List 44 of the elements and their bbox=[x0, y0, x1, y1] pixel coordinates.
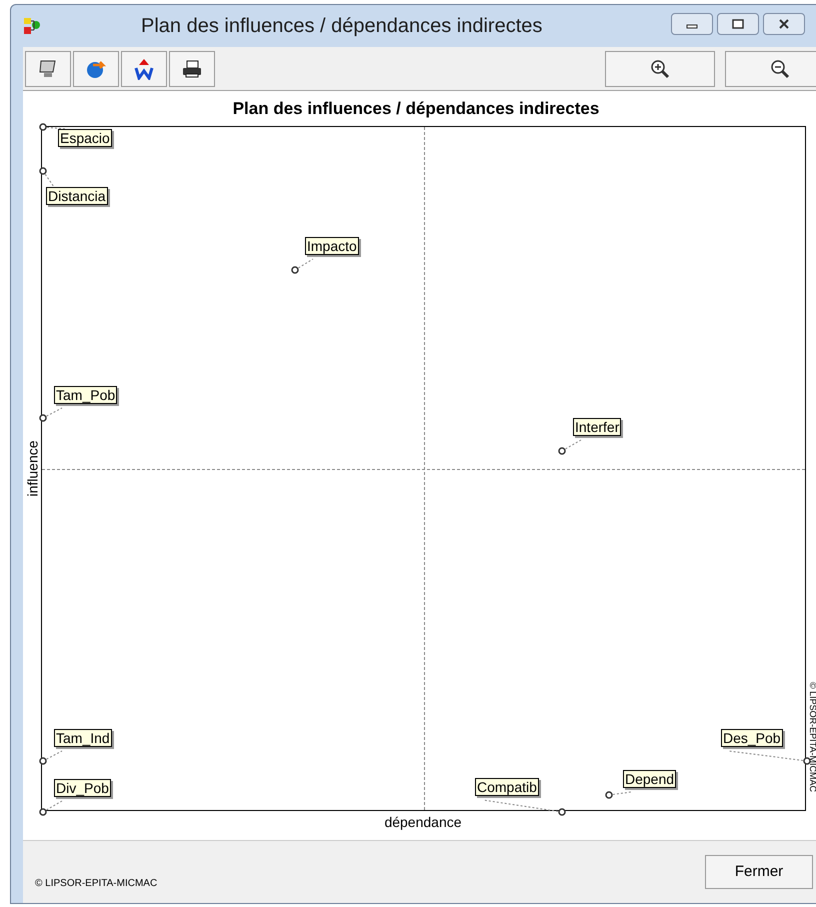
maximize-icon bbox=[732, 19, 744, 29]
point-label: Compatib bbox=[475, 778, 539, 796]
data-point bbox=[558, 447, 566, 455]
data-point bbox=[291, 266, 299, 274]
upload-letter-icon bbox=[133, 58, 155, 80]
zoom-in-button[interactable] bbox=[605, 50, 715, 86]
globe-arrow-button[interactable] bbox=[73, 50, 119, 86]
data-point bbox=[39, 757, 47, 765]
point-label: Impacto bbox=[305, 237, 359, 255]
chart-title: Plan des influences / dépendances indirectes bbox=[232, 98, 600, 120]
zoom-out-icon bbox=[770, 58, 790, 78]
copyright-text: © LIPSOR-EPITA-MICMAC bbox=[35, 876, 158, 890]
close-button[interactable]: Fermer bbox=[705, 855, 813, 889]
app-icon bbox=[23, 17, 41, 35]
close-button[interactable] bbox=[763, 13, 805, 35]
zoom-in-icon bbox=[650, 58, 670, 78]
close-icon bbox=[778, 19, 790, 29]
point-label: Distancia bbox=[46, 187, 108, 205]
data-point bbox=[39, 123, 47, 131]
point-label: Depend bbox=[623, 770, 676, 788]
export-button[interactable] bbox=[121, 50, 167, 86]
window-title: Plan des influences / dépendances indirectes bbox=[141, 14, 542, 39]
data-point bbox=[558, 808, 566, 816]
point-label: Des_Pob bbox=[721, 729, 783, 747]
data-point bbox=[39, 414, 47, 422]
monitor-button[interactable] bbox=[25, 50, 71, 86]
x-axis-label: dépendance bbox=[383, 813, 463, 832]
zoom-out-button[interactable] bbox=[725, 50, 816, 86]
maximize-button[interactable] bbox=[717, 13, 759, 35]
point-label: Espacio bbox=[58, 129, 112, 147]
data-point bbox=[605, 791, 613, 799]
point-label: Div_Pob bbox=[54, 779, 111, 797]
print-button[interactable] bbox=[169, 50, 215, 86]
data-point bbox=[803, 757, 811, 765]
point-label: Interfer bbox=[573, 418, 622, 436]
printer-icon bbox=[181, 58, 203, 78]
data-point bbox=[39, 808, 47, 816]
point-label: Tam_Pob bbox=[54, 386, 118, 404]
minimize-button[interactable] bbox=[671, 13, 713, 35]
y-axis-label: influence bbox=[24, 440, 42, 497]
globe-arrow-icon bbox=[85, 58, 107, 78]
data-point bbox=[39, 167, 47, 175]
chart-watermark: © LIPSOR-EPITA-MICMAC bbox=[808, 682, 816, 792]
point-label: Tam_Ind bbox=[54, 729, 112, 747]
